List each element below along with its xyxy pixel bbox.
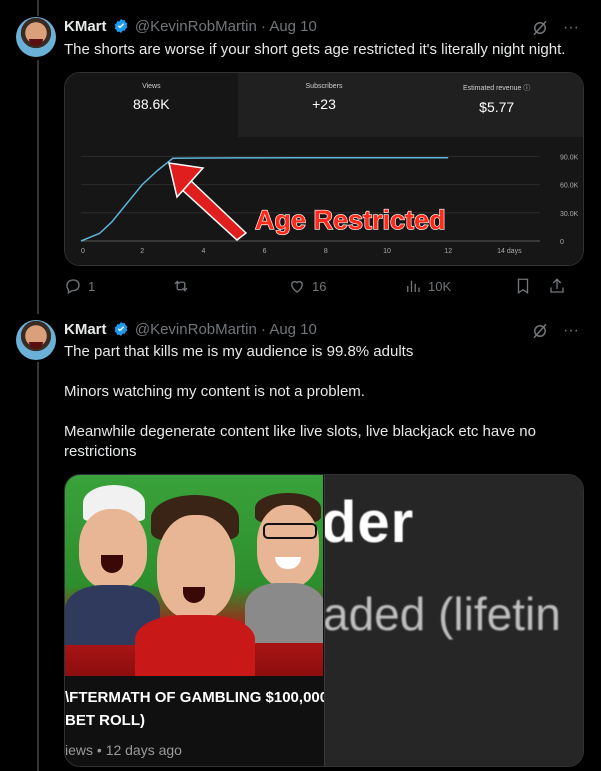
tweet-top-icons: ··· bbox=[531, 322, 579, 340]
verified-badge-icon bbox=[114, 322, 128, 336]
views-button[interactable]: 10K bbox=[404, 277, 514, 295]
metric-revenue: Estimated revenue ⓘ $5.77 bbox=[410, 73, 583, 137]
analytics-icon bbox=[407, 280, 420, 292]
zoom-text: aded (lifetin bbox=[324, 588, 561, 640]
video-meta: iews • 12 days ago bbox=[65, 742, 182, 758]
tweet-text: The part that kills me is my audience is… bbox=[64, 342, 584, 482]
retweet-button[interactable] bbox=[172, 277, 288, 295]
face-right bbox=[257, 505, 319, 587]
zoom-text: der bbox=[324, 490, 415, 555]
metric-value: $5.77 bbox=[479, 99, 515, 115]
author-name[interactable]: KMart bbox=[64, 18, 107, 35]
video-info: \FTERMATH OF GAMBLING $100,000 BET ROLL)… bbox=[65, 676, 328, 766]
tweet-paragraph: The part that kills me is my audience is… bbox=[64, 343, 414, 360]
metrics-row: Views 88.6K Subscribers +23 Estimated re… bbox=[65, 73, 583, 137]
y-tick-label: 0 bbox=[560, 239, 564, 246]
view-count: 10K bbox=[428, 278, 452, 294]
red-arrow-shaft bbox=[177, 178, 248, 241]
analytics-screenshot[interactable]: Views 88.6K Subscribers +23 Estimated re… bbox=[64, 72, 584, 266]
tweet-date[interactable]: Aug 10 bbox=[269, 321, 317, 338]
tweet-paragraph: Minors watching my content is not a prob… bbox=[64, 383, 365, 400]
info-icon: ⓘ bbox=[523, 85, 531, 92]
reply-count: 1 bbox=[88, 278, 96, 294]
age-restricted-annotation: Age Restricted bbox=[255, 205, 446, 235]
metric-label: Estimated revenue ⓘ bbox=[463, 85, 531, 92]
share-button[interactable] bbox=[548, 277, 568, 295]
video-title[interactable]: \FTERMATH OF GAMBLING $100,000 BET ROLL) bbox=[65, 686, 328, 732]
author-handle[interactable]: @KevinRobMartin bbox=[135, 321, 257, 338]
tweet-header: KMart @KevinRobMartin · Aug 10 bbox=[64, 321, 317, 338]
video-title-line: \FTERMATH OF GAMBLING $100,000 bbox=[65, 689, 329, 706]
x-tick-label: 4 bbox=[201, 248, 205, 255]
bookmark-button[interactable] bbox=[514, 277, 548, 295]
retweet-icon bbox=[174, 280, 188, 292]
tweet-2[interactable]: KMart @KevinRobMartin · Aug 10 ··· The p… bbox=[0, 310, 601, 771]
video-screenshot[interactable]: \FTERMATH OF GAMBLING $100,000 BET ROLL)… bbox=[64, 474, 584, 767]
metric-views: Views 88.6K bbox=[65, 73, 238, 137]
y-tick-label: 60.0K bbox=[560, 183, 579, 190]
y-tick-label: 90.0K bbox=[560, 154, 579, 161]
verified-badge-icon bbox=[114, 19, 128, 33]
metric-label: Subscribers bbox=[305, 83, 343, 90]
tweet-header: KMart @KevinRobMartin · Aug 10 bbox=[64, 18, 317, 35]
tweet-actions: 1 16 10K bbox=[64, 277, 582, 295]
like-button[interactable]: 16 bbox=[288, 277, 404, 295]
tweet-text: The shorts are worse if your short gets … bbox=[64, 41, 566, 58]
avatar[interactable] bbox=[16, 320, 56, 360]
heart-icon bbox=[291, 280, 303, 293]
metric-label: Views bbox=[142, 83, 161, 90]
more-options-icon[interactable]: ··· bbox=[563, 19, 579, 37]
zoomed-text-panel: der aded (lifetin bbox=[324, 475, 583, 766]
avatar[interactable] bbox=[16, 17, 56, 57]
tweet-paragraph: Meanwhile degenerate content like live s… bbox=[64, 423, 536, 460]
views-line-chart: 0 30.0K 60.0K 90.0K 0 2 4 6 8 10 12 14 days Age Rest… bbox=[80, 154, 579, 255]
reply-button[interactable]: 1 bbox=[64, 277, 172, 295]
x-tick-label: 10 bbox=[383, 248, 391, 255]
face-center bbox=[157, 515, 235, 619]
x-tick-label: 2 bbox=[140, 248, 144, 255]
tweet-1[interactable]: KMart @KevinRobMartin · Aug 10 ··· The s… bbox=[0, 0, 601, 310]
author-name[interactable]: KMart bbox=[64, 321, 107, 338]
like-count: 16 bbox=[312, 278, 327, 294]
reply-icon bbox=[66, 279, 80, 294]
metric-value: 88.6K bbox=[133, 96, 170, 112]
video-thumbnail bbox=[65, 475, 323, 676]
x-tick-label: 8 bbox=[324, 248, 328, 255]
more-options-icon[interactable]: ··· bbox=[563, 322, 579, 340]
metric-subscribers: Subscribers +23 bbox=[237, 73, 411, 137]
x-tick-label: 12 bbox=[444, 248, 452, 255]
analytics-panel: Views 88.6K Subscribers +23 Estimated re… bbox=[65, 73, 583, 265]
grok-icon[interactable] bbox=[531, 19, 549, 37]
video-title-line: BET ROLL) bbox=[65, 712, 145, 729]
tweet-top-icons: ··· bbox=[531, 19, 579, 37]
x-tick-label: 6 bbox=[263, 248, 267, 255]
tweet-date[interactable]: Aug 10 bbox=[269, 18, 317, 35]
x-tick-label: 0 bbox=[81, 248, 85, 255]
x-tick-label: 14 days bbox=[497, 248, 522, 255]
y-tick-label: 30.0K bbox=[560, 211, 579, 218]
metric-value: +23 bbox=[312, 96, 336, 112]
grok-icon[interactable] bbox=[531, 322, 549, 340]
bookmark-icon bbox=[517, 278, 529, 295]
share-icon bbox=[550, 278, 564, 293]
face-left bbox=[79, 509, 147, 589]
author-handle[interactable]: @KevinRobMartin bbox=[135, 18, 257, 35]
